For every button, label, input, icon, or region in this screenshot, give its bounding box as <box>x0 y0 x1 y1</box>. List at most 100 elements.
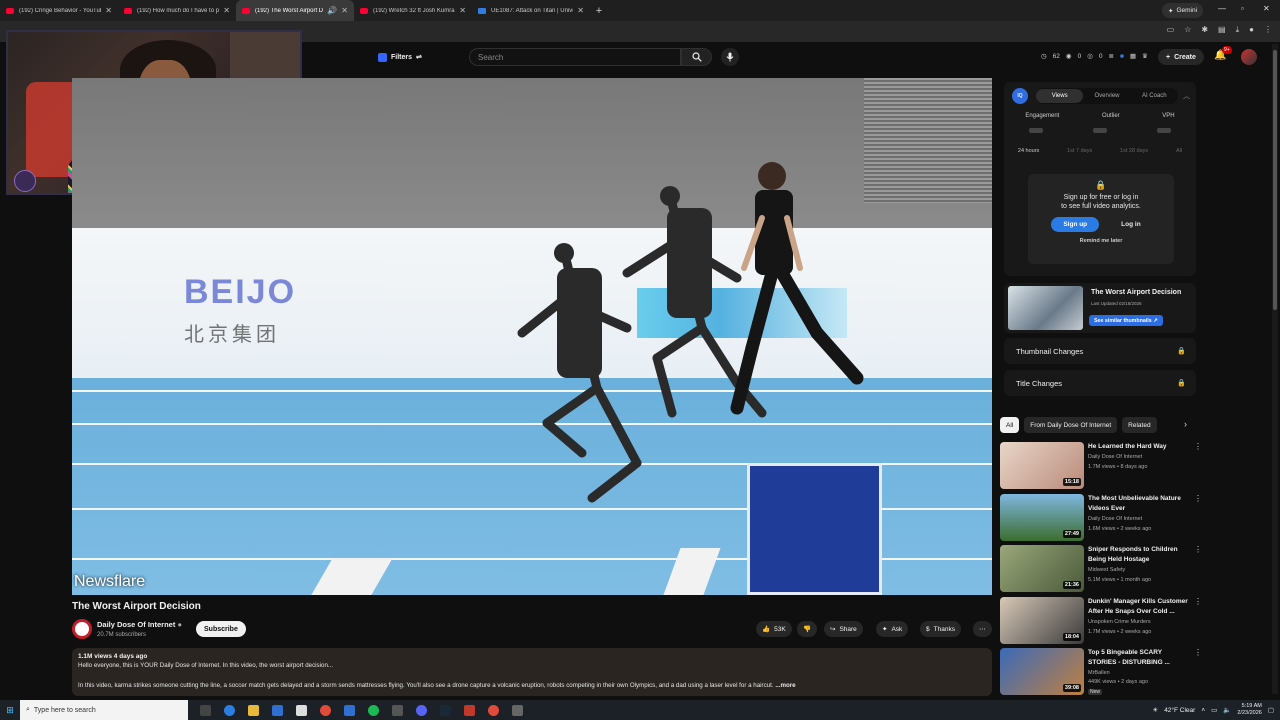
more-options-icon[interactable]: ⋮ <box>1194 545 1202 554</box>
trophy-icon[interactable]: ♛ <box>1142 52 1148 60</box>
volume-icon[interactable]: 🔈 <box>1223 706 1231 714</box>
close-tab-icon[interactable]: ✕ <box>223 6 230 15</box>
remind-later-link[interactable]: Remind me later <box>1028 238 1174 244</box>
spotify-icon[interactable] <box>368 704 379 716</box>
chip-all[interactable]: All <box>1000 417 1020 433</box>
app-icon[interactable] <box>392 704 403 716</box>
weather-text[interactable]: 42°F Clear <box>1164 707 1195 714</box>
channel-avatar[interactable] <box>72 619 92 639</box>
chip-related[interactable]: Related <box>1122 417 1157 433</box>
related-title[interactable]: The Most Unbelievable Nature Videos Ever <box>1088 494 1188 513</box>
sidepanel-icon[interactable]: ▤ <box>1218 25 1226 35</box>
app-icon[interactable] <box>512 704 523 716</box>
filters-button[interactable]: Filters ⇌ <box>378 50 422 64</box>
signup-button[interactable]: Sign up <box>1051 217 1100 232</box>
browser-tab[interactable]: (192) How much do I have to p ✕ <box>118 0 236 21</box>
file-explorer-icon[interactable] <box>248 704 259 716</box>
thumbnail-changes-row[interactable]: Thumbnail Changes 🔒 <box>1004 338 1196 364</box>
network-icon[interactable]: ▭ <box>1211 706 1217 714</box>
related-channel[interactable]: MrBallen <box>1088 670 1110 676</box>
new-tab-button[interactable]: + <box>590 5 608 17</box>
voice-search-button[interactable] <box>721 48 739 66</box>
page-scrollbar[interactable] <box>1272 44 1278 694</box>
ask-button[interactable]: ✦ Ask <box>876 621 909 637</box>
search-button[interactable] <box>681 48 712 66</box>
related-channel[interactable]: Daily Dose Of Internet <box>1088 454 1142 460</box>
speaker-icon[interactable]: 🔊 <box>327 6 337 15</box>
copilot-icon[interactable] <box>224 704 235 716</box>
related-title[interactable]: He Learned the Hard Way <box>1088 442 1188 452</box>
photos-icon[interactable] <box>344 704 355 716</box>
description-box[interactable]: 1.1M views 4 days ago Hello everyone, th… <box>72 648 992 696</box>
extension-stats[interactable]: ◷ 62 ◉ 0 ◎ 0 ≣ ■ ▦ ♛ <box>1041 52 1148 61</box>
maximize-icon[interactable]: ▫ <box>1241 4 1244 13</box>
related-title[interactable]: Dunkin' Manager Kills Customer After He … <box>1088 597 1188 616</box>
related-video[interactable]: 39:08 Top 5 Bingeable SCARY STORIES - DI… <box>1000 648 1202 696</box>
related-thumbnail[interactable]: 21:36 <box>1000 545 1084 592</box>
related-title[interactable]: Sniper Responds to Children Being Held H… <box>1088 545 1188 564</box>
related-channel[interactable]: Daily Dose Of Internet <box>1088 516 1142 522</box>
tray-chevron-icon[interactable]: ˄ <box>1201 707 1205 714</box>
like-button[interactable]: 👍 53K <box>756 621 792 637</box>
related-video[interactable]: 27:49 The Most Unbelievable Nature Video… <box>1000 494 1202 542</box>
discord-icon[interactable] <box>416 704 427 716</box>
range-24h[interactable]: 24 hours <box>1018 148 1039 154</box>
search-input[interactable]: Search <box>469 48 681 66</box>
taskbar-search-input[interactable]: ⌕ Type here to search <box>20 700 188 720</box>
gemini-button[interactable]: ✦ Gemini <box>1162 3 1204 18</box>
more-options-icon[interactable]: ⋮ <box>1194 494 1202 503</box>
chip-from-channel[interactable]: From Daily Dose Of Internet <box>1024 417 1118 433</box>
tab-ai-coach[interactable]: AI Coach <box>1131 93 1178 99</box>
close-tab-icon[interactable]: ✕ <box>341 6 348 15</box>
notifications-icon[interactable]: ▢ <box>1268 706 1274 714</box>
more-actions-button[interactable]: ⋯ <box>973 621 992 637</box>
tab-overview[interactable]: Overview <box>1083 93 1130 99</box>
steam-icon[interactable] <box>440 704 451 716</box>
subscribe-button[interactable]: Subscribe <box>196 621 246 637</box>
grid-icon[interactable]: ▦ <box>1130 52 1136 60</box>
browser-tab[interactable]: (192) Cringe Behavior - YouTube ✕ <box>0 0 118 21</box>
related-channel[interactable]: Unspoken Crime Murders <box>1088 619 1151 625</box>
chrome-icon[interactable] <box>320 704 331 716</box>
range-7d[interactable]: 1st 7 days <box>1067 148 1092 154</box>
related-channel[interactable]: Midwest Safety <box>1088 567 1125 573</box>
related-thumbnail[interactable]: 18:04 <box>1000 597 1084 644</box>
task-view-icon[interactable] <box>200 704 211 716</box>
close-tab-icon[interactable]: ✕ <box>105 6 112 15</box>
show-more-link[interactable]: ...more <box>775 682 795 689</box>
login-button[interactable]: Log in <box>1111 217 1151 232</box>
account-avatar[interactable] <box>1241 49 1257 65</box>
related-thumbnail[interactable]: 15:18 <box>1000 442 1084 489</box>
close-window-icon[interactable]: ✕ <box>1263 4 1270 13</box>
more-options-icon[interactable]: ⋮ <box>1194 648 1202 657</box>
menu-icon[interactable]: ⋮ <box>1264 25 1272 35</box>
chevron-right-icon[interactable]: › <box>1184 419 1187 429</box>
dislike-button[interactable]: 👎 <box>797 621 818 637</box>
create-button[interactable]: + Create <box>1158 49 1204 65</box>
close-tab-icon[interactable]: ✕ <box>459 6 466 15</box>
system-clock[interactable]: 5:19 AM 2/23/2026 <box>1237 703 1261 717</box>
browser-tab[interactable]: UE1087: Attack on Titan | Unive ✕ <box>472 0 590 21</box>
extensions-icon[interactable]: ✱ <box>1201 25 1208 35</box>
browser-tab-active[interactable]: (192) The Worst Airport De 🔊 ✕ <box>236 0 354 21</box>
related-video[interactable]: 15:18 He Learned the Hard Way Daily Dose… <box>1000 442 1202 490</box>
cast-icon[interactable]: ▭ <box>1167 25 1175 35</box>
related-title[interactable]: Top 5 Bingeable SCARY STORIES - DISTURBI… <box>1088 648 1188 667</box>
scrollbar-thumb[interactable] <box>1273 50 1277 310</box>
title-changes-row[interactable]: Title Changes 🔒 <box>1004 370 1196 396</box>
download-icon[interactable]: ⤓ <box>1236 25 1240 35</box>
vidiq-icon[interactable]: ■ <box>1120 53 1124 60</box>
similar-thumbnails-button[interactable]: See similar thumbnails ↗ <box>1089 315 1163 326</box>
related-video[interactable]: 21:36 Sniper Responds to Children Being … <box>1000 545 1202 593</box>
close-tab-icon[interactable]: ✕ <box>577 6 584 15</box>
video-player[interactable]: BEIJO 北京集团 Newsflare <box>72 78 992 595</box>
related-video[interactable]: 18:04 Dunkin' Manager Kills Customer Aft… <box>1000 597 1202 645</box>
chrome-icon[interactable] <box>488 704 499 716</box>
tab-views[interactable]: Views <box>1036 89 1084 103</box>
share-button[interactable]: ↪ Share <box>824 621 863 637</box>
profile-icon[interactable]: ● <box>1249 25 1254 35</box>
mail-icon[interactable] <box>272 704 283 716</box>
collapse-chevron-icon[interactable]: ︿ <box>1183 91 1190 101</box>
minimize-icon[interactable]: — <box>1218 4 1226 13</box>
related-thumbnail[interactable]: 39:08 <box>1000 648 1084 695</box>
